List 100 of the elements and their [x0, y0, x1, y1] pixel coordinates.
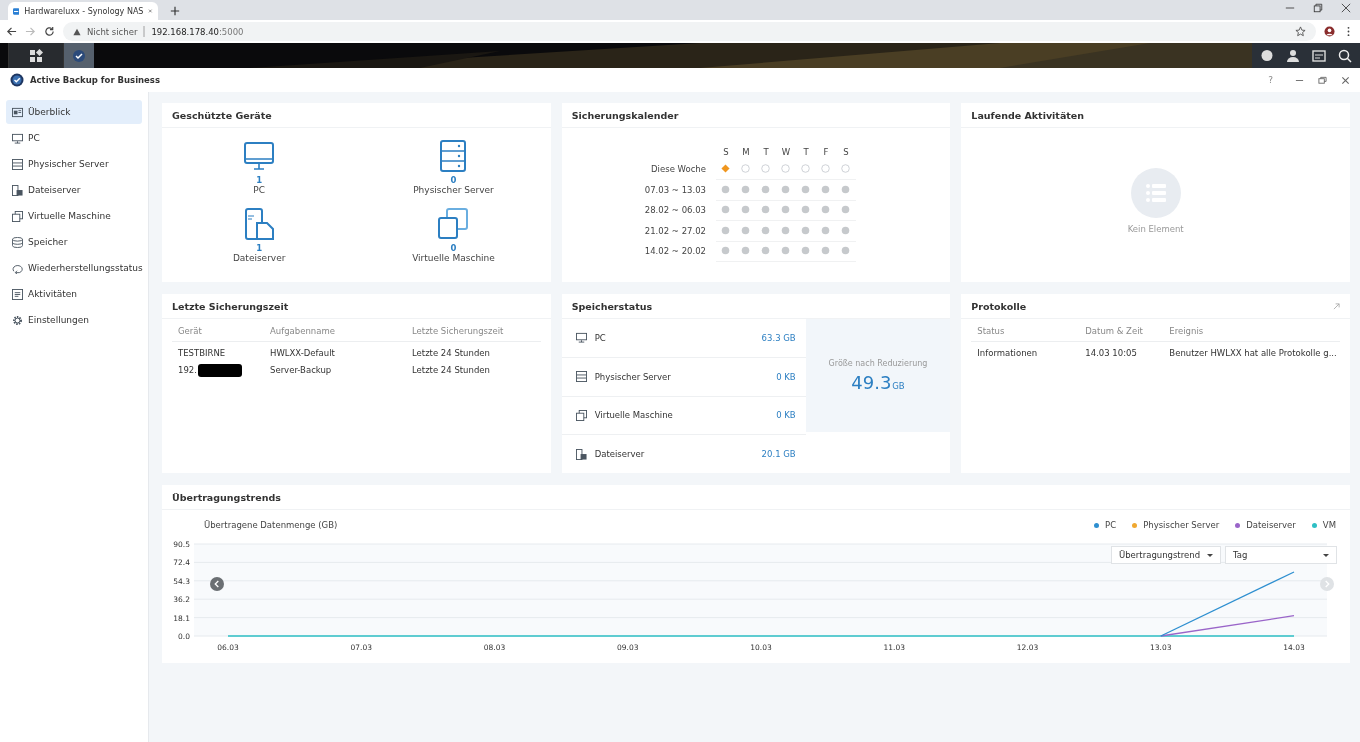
close-icon[interactable] [1341, 75, 1350, 85]
device-icon [243, 208, 276, 240]
no-backup-dot [721, 205, 731, 215]
no-backup-dot [821, 184, 831, 194]
caret-icon [1207, 553, 1213, 557]
no-backup-dot [801, 246, 811, 256]
period-dropdown[interactable]: Tag [1225, 546, 1337, 564]
table-cell-text: Informationen [977, 347, 1039, 358]
week-label: 21.02 ~ 27.02 [643, 225, 707, 236]
sidebar-icon [12, 288, 23, 300]
empty-circle-icon [841, 164, 851, 174]
tab-title: Hardwareluxx - Synology NAS [24, 6, 144, 16]
address-field[interactable]: Nicht sicher 192.168.178.40:5000 [63, 22, 1316, 41]
empty-circle-icon [821, 164, 831, 174]
week-label: 14.02 ~ 20.02 [643, 246, 707, 257]
no-backup-dot [801, 205, 811, 215]
sidebar-icon [12, 132, 23, 144]
no-backup-dot [841, 225, 851, 235]
close-icon[interactable] [1341, 2, 1351, 13]
sidebar-item[interactable]: Überblick [6, 100, 142, 124]
no-backup-dot [741, 225, 751, 235]
sidebar-item[interactable]: Einstellungen [6, 308, 142, 332]
site-icon [13, 5, 20, 17]
week-label: Diese Woche [650, 164, 707, 175]
sidebar-item[interactable]: Dateiserver [6, 178, 142, 202]
summary-label: Größe nach Reduzierung [828, 358, 928, 368]
storage-type-icon [575, 332, 587, 344]
browser-tab[interactable]: Hardwareluxx - Synology NAS [8, 2, 158, 20]
column-header: Letzte Sicherungszeit [412, 326, 505, 336]
restore-icon[interactable] [1318, 75, 1327, 85]
plus-icon[interactable] [170, 6, 180, 16]
legend-item: Physischer Server [1132, 520, 1220, 530]
card-title: Geschützte Geräte [172, 109, 272, 121]
sidebar-icon [12, 184, 23, 196]
column-header: Datum & Zeit [1085, 326, 1144, 336]
no-backup-dot [761, 184, 771, 194]
storage-label: Physischer Server [594, 371, 672, 382]
star-icon[interactable] [1295, 26, 1306, 37]
sidebar-item[interactable]: Speicher [6, 230, 142, 254]
sidebar-item[interactable]: Virtuelle Maschine [6, 204, 142, 228]
no-backup-dot [781, 205, 791, 215]
app-taskbar-button[interactable] [63, 43, 94, 68]
close-icon[interactable] [148, 7, 153, 15]
table-cell: 192. [178, 365, 197, 376]
profile-icon[interactable] [1324, 26, 1335, 37]
sidebar-icon [12, 236, 23, 248]
empty-circle-icon [741, 164, 751, 174]
search-icon[interactable] [1338, 48, 1352, 63]
table-cell-text: Benutzer HWLXX hat alle Protokolle g... [1169, 347, 1338, 358]
weekday-label: T [803, 146, 809, 157]
week-label: 28.02 ~ 06.03 [643, 205, 707, 216]
no-backup-dot [721, 184, 731, 194]
sidebar-item[interactable]: Aktivitäten [6, 282, 142, 306]
sidebar-item[interactable]: Wiederherstellungsstatus [6, 256, 142, 280]
device-label: Virtuelle Maschine [412, 253, 495, 263]
axis-title: Übertragene Datenmenge (GB) [204, 520, 338, 530]
no-backup-dot [741, 184, 751, 194]
no-backup-dot [741, 205, 751, 215]
sidebar-item[interactable]: Physischer Server [6, 152, 142, 176]
card-title: Protokolle [971, 300, 1027, 312]
weekday-label: M [742, 146, 750, 157]
summary-value: 49.3 GB [851, 371, 905, 393]
main-menu-button[interactable] [8, 43, 63, 68]
storage-value: 0 KB [776, 410, 796, 421]
storage-type-icon [575, 371, 587, 383]
no-backup-dot [821, 205, 831, 215]
storage-type-icon [575, 409, 587, 421]
no-backup-dot [841, 184, 851, 194]
trend-dropdown[interactable]: Übertragungstrend [1111, 546, 1221, 564]
no-backup-dot [781, 184, 791, 194]
reload-icon[interactable] [44, 26, 55, 37]
back-icon[interactable] [6, 26, 17, 37]
storage-value: 20.1 GB [761, 449, 796, 460]
sidebar-item[interactable]: PC [6, 126, 142, 150]
previous-button[interactable] [210, 577, 224, 591]
no-backup-dot [821, 225, 831, 235]
restore-icon[interactable] [1313, 2, 1323, 13]
empty-circle-icon [801, 164, 811, 174]
storage-value: 63.3 GB [761, 332, 796, 343]
week-label: 07.03 ~ 13.03 [643, 184, 707, 195]
legend-item: PC [1094, 520, 1117, 530]
no-backup-dot [801, 225, 811, 235]
user-icon[interactable] [1286, 48, 1300, 63]
help-button[interactable]: ? [1268, 75, 1273, 85]
no-backup-dot [721, 225, 731, 235]
card-title: Sicherungskalender [571, 109, 679, 121]
legend-item: VM [1311, 520, 1336, 530]
caret-icon [1323, 553, 1329, 557]
sidebar-icon [12, 158, 23, 170]
device-label: PC [253, 185, 265, 195]
storage-label: Virtuelle Maschine [594, 410, 674, 421]
no-backup-dot [801, 184, 811, 194]
card-title: Speicherstatus [571, 300, 653, 312]
empty-circle-icon [781, 164, 791, 174]
table-cell-text: Letzte 24 Stunden [412, 365, 491, 376]
table-cell: TESTBIRNE [178, 347, 226, 358]
column-header: Aufgabenname [270, 326, 336, 336]
widgets-icon[interactable] [1312, 48, 1326, 63]
table-cell-text: 14.03 10:05 [1085, 347, 1138, 358]
table-cell-text: Letzte 24 Stunden [412, 347, 491, 358]
